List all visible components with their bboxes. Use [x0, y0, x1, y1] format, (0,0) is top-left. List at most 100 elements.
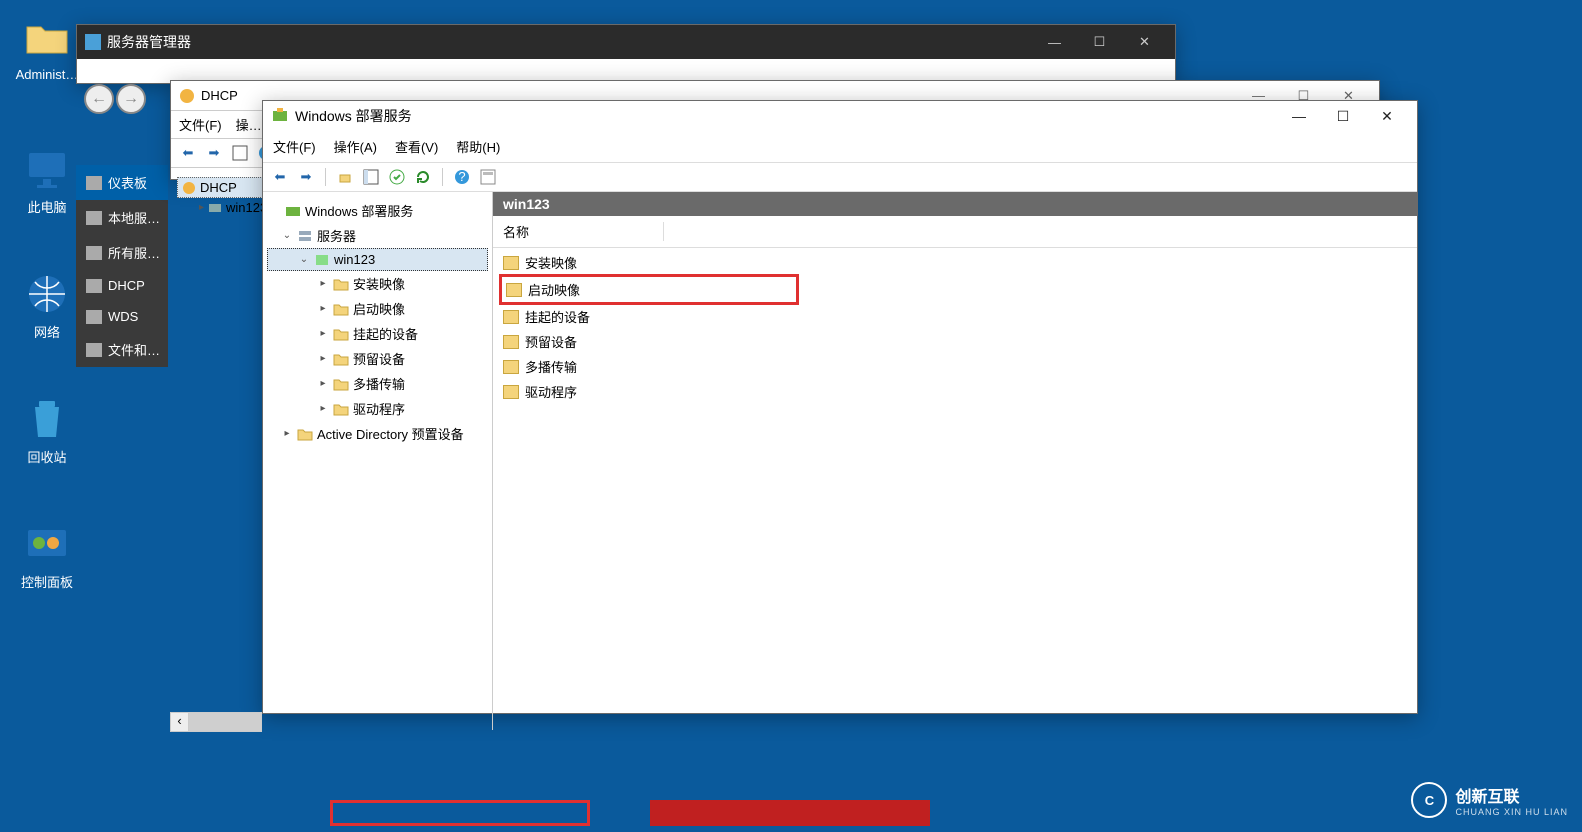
close-button[interactable]: ✕ [1122, 34, 1167, 50]
menu-action[interactable]: 操作(A) [334, 137, 377, 156]
desktop-icon-control-panel[interactable]: 控制面板 [12, 520, 82, 591]
dhcp-scrollbar[interactable]: ‹ [170, 712, 262, 732]
monitor-icon [23, 145, 71, 193]
menu-help[interactable]: 帮助(H) [456, 137, 500, 156]
toolbar-view-button[interactable] [229, 142, 251, 164]
expand-icon[interactable]: ▸ [317, 328, 329, 339]
wds-icon [86, 310, 102, 324]
toolbar-back-button[interactable]: ⬅ [177, 142, 199, 164]
toolbar-forward-button[interactable]: ➡ [295, 166, 317, 188]
menu-file[interactable]: 文件(F) [273, 137, 316, 156]
column-name[interactable]: 名称 [503, 222, 663, 241]
tree-server-win123[interactable]: ⌄ win123 [267, 248, 488, 271]
toolbar-forward-button[interactable]: ➡ [203, 142, 225, 164]
close-button[interactable]: ✕ [1365, 108, 1409, 125]
wds-tree: Windows 部署服务 ⌄ 服务器 ⌄ win123 ▸安装映像 ▸启动映像 … [263, 192, 493, 730]
nav-arrows: ← → [84, 84, 146, 114]
desktop-icon-folder[interactable]: Administ… [12, 15, 82, 82]
desktop-icon-label: 网络 [12, 322, 82, 341]
desktop-icon-pc[interactable]: 此电脑 [12, 145, 82, 216]
window-title: 服务器管理器 [107, 32, 1032, 52]
tree-node-multicast[interactable]: ▸多播传输 [267, 371, 488, 396]
titlebar[interactable]: 服务器管理器 — ☐ ✕ [77, 25, 1175, 59]
maximize-button[interactable]: ☐ [1321, 108, 1365, 125]
expand-icon[interactable]: ▸ [317, 303, 329, 314]
dhcp-app-icon [179, 88, 195, 104]
dhcp-node-icon [182, 181, 196, 195]
toolbar-up-button[interactable] [334, 166, 356, 188]
list-item[interactable]: 启动映像 [499, 274, 799, 305]
sidebar-item-dashboard[interactable]: 仪表板 [76, 165, 168, 200]
list-item[interactable]: 多播传输 [499, 354, 1411, 379]
wds-window: Windows 部署服务 — ☐ ✕ 文件(F) 操作(A) 查看(V) 帮助(… [262, 100, 1418, 714]
toolbar-separator [442, 168, 443, 186]
toolbar-help-button[interactable]: ? [451, 166, 473, 188]
desktop-icon-recycle[interactable]: 回收站 [12, 395, 82, 466]
collapse-icon[interactable]: ⌄ [281, 230, 293, 241]
expand-icon[interactable]: ▸ [317, 403, 329, 414]
tree-node-prestaged-devices[interactable]: ▸预留设备 [267, 346, 488, 371]
cropped-buttons [330, 800, 930, 826]
cropped-button-outline [330, 800, 590, 826]
folder-icon [333, 277, 349, 291]
sidebar-item-file-storage[interactable]: 文件和… [76, 332, 168, 367]
maximize-button[interactable]: ☐ [1077, 34, 1122, 50]
server-manager-window: 服务器管理器 — ☐ ✕ [76, 24, 1176, 84]
dhcp-tree-root[interactable]: DHCP [177, 177, 271, 198]
tree-node-pending-devices[interactable]: ▸挂起的设备 [267, 321, 488, 346]
tree-ad-prestaged[interactable]: ▸ Active Directory 预置设备 [267, 421, 488, 446]
folder-icon [503, 256, 519, 270]
folder-icon [333, 327, 349, 341]
titlebar[interactable]: Windows 部署服务 — ☐ ✕ [263, 101, 1417, 131]
server-manager-icon [85, 34, 101, 50]
list-item[interactable]: 挂起的设备 [499, 304, 1411, 329]
expand-icon[interactable]: ▸ [317, 278, 329, 289]
list-item[interactable]: 预留设备 [499, 329, 1411, 354]
folder-icon [23, 15, 71, 63]
column-resizer[interactable] [663, 222, 664, 241]
expand-icon[interactable]: ▸ [281, 428, 293, 439]
folder-icon [503, 335, 519, 349]
toolbar-export-button[interactable] [386, 166, 408, 188]
list-item-label: 预留设备 [525, 332, 577, 351]
folder-icon [333, 352, 349, 366]
menu-file[interactable]: 文件(F) [179, 115, 222, 134]
dhcp-icon [86, 279, 102, 293]
dhcp-tree-server[interactable]: ▸ win123 [195, 198, 271, 217]
watermark: C 创新互联 CHUANG XIN HU LIAN [1411, 782, 1568, 818]
tree-root-wds[interactable]: Windows 部署服务 [267, 198, 488, 223]
desktop-icon-label: Administ… [12, 67, 82, 82]
minimize-button[interactable]: — [1277, 108, 1321, 124]
menubar: 文件(F) 操作(A) 查看(V) 帮助(H) [263, 131, 1417, 162]
nav-back-button[interactable]: ← [84, 84, 114, 114]
sidebar-item-wds[interactable]: WDS [76, 301, 168, 332]
desktop-icon-label: 控制面板 [12, 572, 82, 591]
menu-view[interactable]: 查看(V) [395, 137, 438, 156]
folder-icon [506, 283, 522, 297]
toolbar-properties-button[interactable] [477, 166, 499, 188]
list-item[interactable]: 驱动程序 [499, 379, 1411, 404]
desktop-icon-network[interactable]: 网络 [12, 270, 82, 341]
sidebar-item-dhcp[interactable]: DHCP [76, 270, 168, 301]
expand-icon[interactable]: ▸ [317, 378, 329, 389]
server-icon [86, 211, 102, 225]
toolbar-refresh-button[interactable] [412, 166, 434, 188]
sidebar-item-local-server[interactable]: 本地服… [76, 200, 168, 235]
toolbar-view-button[interactable] [360, 166, 382, 188]
tree-node-drivers[interactable]: ▸驱动程序 [267, 396, 488, 421]
scrollbar-left-arrow[interactable]: ‹ [171, 713, 189, 731]
tree-node-boot-image[interactable]: ▸启动映像 [267, 296, 488, 321]
cropped-button-solid [650, 800, 930, 826]
expand-icon[interactable]: ▸ [317, 353, 329, 364]
toolbar-back-button[interactable]: ⬅ [269, 166, 291, 188]
sidebar-item-all-servers[interactable]: 所有服… [76, 235, 168, 270]
nav-forward-button[interactable]: → [116, 84, 146, 114]
scrollbar-track[interactable] [189, 713, 261, 731]
menu-action[interactable]: 操… [236, 115, 262, 134]
minimize-button[interactable]: — [1032, 35, 1077, 50]
server-manager-sidebar: 仪表板 本地服… 所有服… DHCP WDS 文件和… [76, 165, 168, 367]
tree-servers[interactable]: ⌄ 服务器 [267, 223, 488, 248]
tree-node-install-image[interactable]: ▸安装映像 [267, 271, 488, 296]
collapse-icon[interactable]: ⌄ [298, 254, 310, 265]
list-item[interactable]: 安装映像 [499, 250, 1411, 275]
